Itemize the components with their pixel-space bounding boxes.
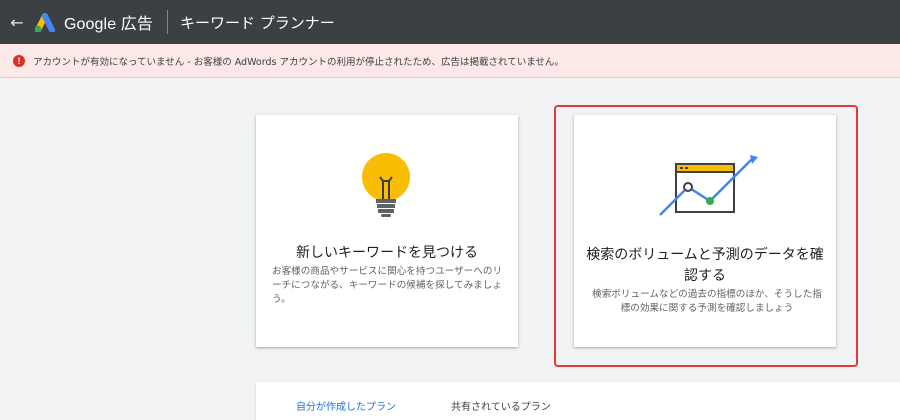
chart-trend-icon xyxy=(658,155,758,223)
forecast-card[interactable]: 検索のボリュームと予測のデータを確認する 検索ボリュームなどの過去の指標のほか、… xyxy=(574,115,836,347)
tab-shared-plans[interactable]: 共有されているプラン xyxy=(451,398,551,413)
card-title: 検索のボリュームと予測のデータを確認する xyxy=(586,247,824,284)
lightbulb-icon xyxy=(356,151,416,231)
tab-my-plans[interactable]: 自分が作成したプラン xyxy=(296,398,396,413)
card-title: 新しいキーワードを見つける xyxy=(296,245,478,261)
top-app-bar: ← Google 広告 キーワード プランナー xyxy=(0,0,900,44)
plan-tabs: 自分が作成したプラン 共有されているプラン xyxy=(256,382,900,420)
alert-message: アカウントが有効になっていません - お客様の AdWords アカウントの利用… xyxy=(33,56,564,68)
error-icon: ! xyxy=(13,54,25,67)
header-divider xyxy=(166,10,168,34)
brand-name: Google 広告 xyxy=(64,16,153,33)
page-title: キーワード プランナー xyxy=(179,13,335,32)
card-description: 検索ボリュームなどの過去の指標のほか、そうした指標の効果に関する予測を確認しまし… xyxy=(592,289,822,314)
find-keywords-card[interactable]: 新しいキーワードを見つける お客様の商品やサービスに関心を持つユーザーへのリーチ… xyxy=(256,115,518,347)
account-alert-banner: ! アカウントが有効になっていません - お客様の AdWords アカウントの… xyxy=(0,44,900,78)
arrow-back-icon[interactable]: ← xyxy=(2,0,32,44)
google-ads-logo-icon[interactable] xyxy=(34,12,56,32)
card-description: お客様の商品やサービスに関心を持つユーザーへのリーチにつながる、キーワードの候補… xyxy=(272,266,503,305)
